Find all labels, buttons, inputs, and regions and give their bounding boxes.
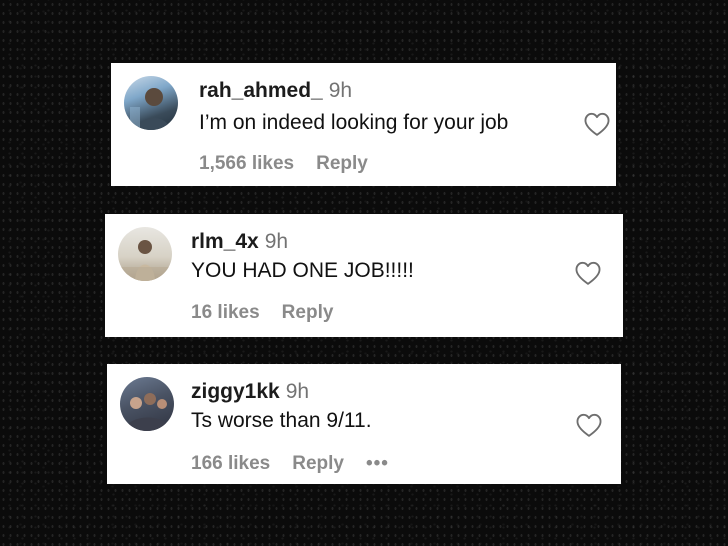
comment-header: rlm_4x 9h [191, 230, 288, 254]
likes-count[interactable]: 16 likes [191, 302, 260, 323]
avatar[interactable] [124, 76, 178, 130]
timestamp: 9h [285, 380, 310, 403]
comment-header: rah_ahmed_ 9h [199, 79, 352, 103]
username[interactable]: rlm_4x [191, 230, 259, 253]
avatar-photo-icon [118, 240, 172, 281]
comment-card: ziggy1kk 9h Ts worse than 9/11. 166 likes… [107, 364, 621, 484]
likes-count[interactable]: 1,566 likes [199, 153, 294, 174]
comment-card: rah_ahmed_ 9h I’m on indeed looking for y… [111, 63, 616, 186]
avatar[interactable] [120, 377, 174, 431]
avatar[interactable] [118, 227, 172, 281]
heart-icon [576, 413, 602, 437]
comment-text: Ts worse than 9/11. [191, 409, 372, 432]
username[interactable]: rah_ahmed_ [199, 79, 323, 102]
likes-count[interactable]: 166 likes [191, 453, 270, 474]
avatar-photo-icon [124, 393, 170, 431]
more-options-icon[interactable]: ••• [366, 453, 389, 474]
timestamp: 9h [264, 230, 289, 253]
comment-meta: 16 likes Reply [191, 301, 333, 325]
reply-button[interactable]: Reply [282, 302, 334, 323]
comment-meta: 166 likes Reply ••• [191, 452, 389, 476]
comment-text: YOU HAD ONE JOB!!!!! [191, 259, 414, 282]
comment-header: ziggy1kk 9h [191, 380, 309, 404]
like-button[interactable] [574, 260, 602, 286]
comment-meta: 1,566 likes Reply [199, 152, 368, 176]
reply-button[interactable]: Reply [316, 153, 368, 174]
timestamp: 9h [328, 79, 353, 102]
username[interactable]: ziggy1kk [191, 380, 280, 403]
reply-button[interactable]: Reply [292, 453, 344, 474]
like-button[interactable] [575, 412, 603, 438]
heart-icon [575, 261, 601, 285]
comment-card: rlm_4x 9h YOU HAD ONE JOB!!!!! 16 likes Re… [105, 214, 623, 337]
like-button[interactable] [583, 111, 611, 137]
heart-icon [584, 112, 610, 136]
avatar-photo-icon [130, 88, 170, 130]
comment-text: I’m on indeed looking for your job [199, 111, 509, 134]
